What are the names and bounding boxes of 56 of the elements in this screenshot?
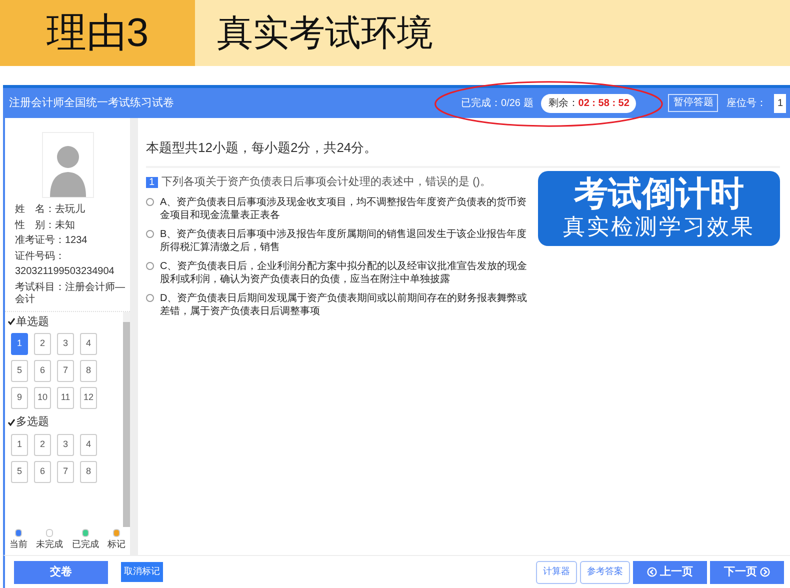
- option-text: D、资产负债表日后期间发现属于资产负债表期间或以前期间存在的财务报表舞弊或差错，属于资产负债表日后调整事项: [160, 292, 528, 318]
- option-text: A、资产负债表日后事项涉及现金收支项目，均不调整报告年度资产负债表的货币资金项目和现金流量表正表各: [160, 196, 528, 222]
- legend-label: 标记: [108, 538, 126, 550]
- legend-label: 已完成: [72, 538, 99, 550]
- question-number[interactable]: 4: [80, 434, 97, 456]
- candidate-info: 性 别：未知: [15, 220, 76, 232]
- candidate-info: 准考证号：1234: [15, 235, 88, 248]
- question-number[interactable]: 5: [11, 460, 28, 482]
- unmark-button[interactable]: 取消标记: [121, 562, 163, 582]
- question-number[interactable]: 8: [80, 360, 97, 382]
- question-text: 下列各项关于资产负债表日后事项会计处理的表述中，错误的是 ()。: [162, 176, 491, 188]
- question-number[interactable]: 10: [34, 387, 51, 409]
- question-number[interactable]: 12: [80, 387, 97, 409]
- previous-page-button[interactable]: 上一页: [633, 560, 707, 584]
- question-number[interactable]: 5: [11, 360, 28, 382]
- question-number[interactable]: 4: [80, 333, 97, 355]
- progress-text: 已完成：0/26 题: [461, 96, 534, 110]
- promo-subtitle: 真实检测学习效果: [562, 214, 756, 240]
- question-badge: 1: [146, 176, 158, 188]
- question-number[interactable]: 7: [57, 460, 74, 482]
- timer-label: 剩余：: [548, 96, 578, 110]
- banner-title: 真实考试环境: [216, 11, 433, 55]
- seat-number: 1: [774, 94, 786, 112]
- candidate-info: 考试科目：注册会计师—会计: [15, 282, 126, 306]
- submit-button[interactable]: 交卷: [14, 560, 108, 584]
- section-title: 多选题: [16, 415, 49, 430]
- question-number[interactable]: 3: [57, 333, 74, 355]
- answer-button[interactable]: 参考答案: [580, 560, 630, 584]
- reason-tag: 理由3: [0, 0, 195, 66]
- candidate-info: 姓 名：去玩儿: [15, 204, 86, 216]
- option-text: C、资产负债表日后，企业利润分配方案中拟分配的以及经审议批准宣告发放的现金股利或利润，确认为资产负债表日的负债，应当在附注中单独披露: [160, 260, 528, 286]
- option-text: B、资产负债表日后事项中涉及报告年度所属期间的销售退回发生于该企业报告年度所得税汇算清缴之后，销售: [160, 228, 528, 254]
- question-number[interactable]: 1: [11, 333, 28, 355]
- question-number[interactable]: 7: [57, 360, 74, 382]
- question-number[interactable]: 9: [11, 387, 28, 409]
- promo-title: 考试倒计时: [572, 175, 745, 214]
- section-intro: 本题型共12小题，每小题2分，共24分。: [146, 138, 780, 168]
- seat-label: 座位号：: [726, 96, 766, 110]
- section-title: 单选题: [16, 314, 49, 330]
- question-number[interactable]: 11: [57, 387, 74, 409]
- pause-button[interactable]: 暂停答题: [668, 94, 718, 112]
- question-number[interactable]: 8: [80, 460, 97, 482]
- legend-label: 当前: [9, 538, 28, 550]
- question-number[interactable]: 2: [34, 434, 51, 456]
- question-number[interactable]: 3: [57, 434, 74, 456]
- candidate-info: 证件号码：: [15, 250, 66, 263]
- timer-value: 02 : 58 : 52: [578, 96, 630, 110]
- question-number[interactable]: 2: [34, 333, 51, 355]
- exam-title: 注册会计师全国统一考试练习试卷: [9, 96, 174, 111]
- question-number[interactable]: 6: [34, 360, 51, 382]
- question-number[interactable]: 1: [11, 434, 28, 456]
- candidate-info: 320321199503234904: [15, 266, 116, 278]
- legend-label: 未完成: [36, 538, 64, 550]
- question-number[interactable]: 6: [34, 460, 51, 482]
- calculator-button[interactable]: 计算器: [536, 560, 577, 584]
- next-page-button[interactable]: 下一页: [710, 560, 784, 584]
